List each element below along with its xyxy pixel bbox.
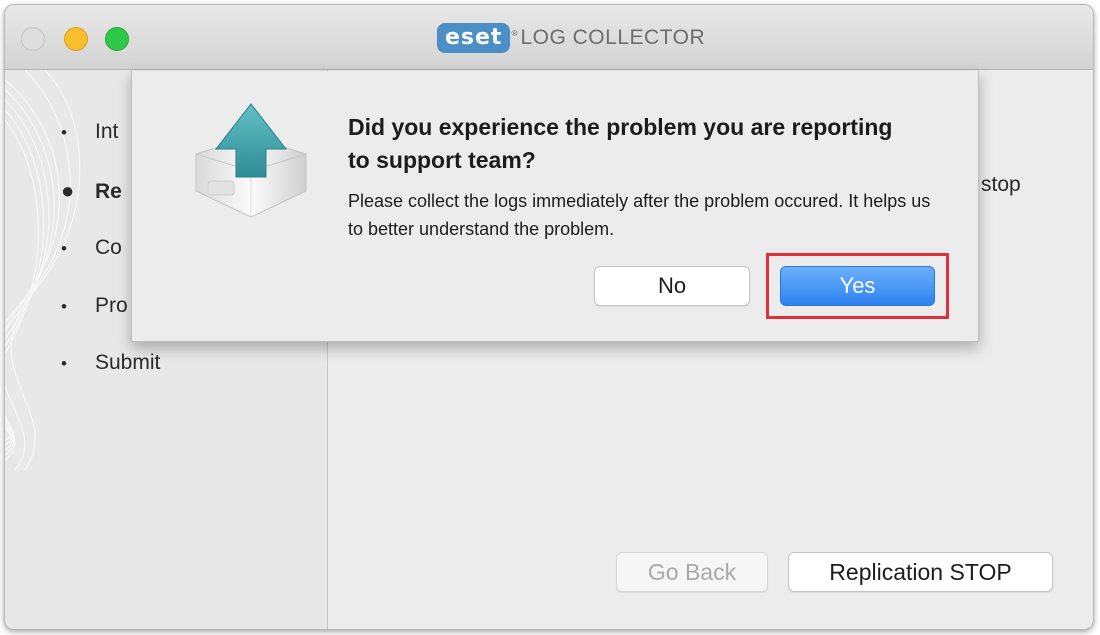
no-button[interactable]: No [594,266,750,306]
step-submit: • Submit [61,351,161,374]
maximize-window-button[interactable] [105,27,129,51]
upload-arrow-box-icon [195,103,307,218]
replication-stop-button[interactable]: Replication STOP [788,552,1053,592]
dialog-message: Please collect the logs immediately afte… [348,191,931,239]
step-intro: • Int [61,120,119,143]
yes-button-highlight [766,253,949,319]
step-collect: • Co [61,236,122,259]
step-replication: ● Re [61,178,122,203]
window-title-text: LOG COLLECTOR [520,26,706,49]
minimize-window-button[interactable] [64,27,88,51]
confirmation-dialog: Did you experience the problem you are r… [131,71,979,342]
window-title: eset ® LOG COLLECTOR [437,21,705,55]
dialog-title: Did you experience the problem you are r… [348,114,893,173]
eset-logo: eset ® [437,23,518,53]
title-bar[interactable]: eset ® LOG COLLECTOR [5,5,1093,70]
log-collector-window: eset ® LOG COLLECTOR • Int ● Re • Co • Pro • S… [4,4,1094,630]
close-window-button[interactable] [21,27,45,51]
go-back-button[interactable]: Go Back [616,552,768,592]
instruction-text-partial: stop [981,173,1021,196]
step-process: • Pro [61,294,128,317]
